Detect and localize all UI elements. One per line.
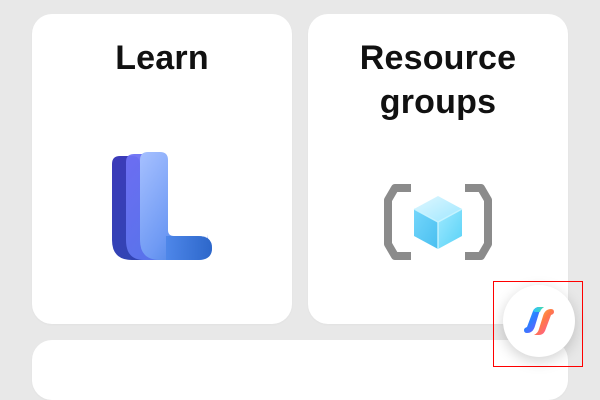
learn-icon (112, 152, 212, 260)
bottom-tile[interactable] (32, 340, 568, 400)
copilot-button[interactable] (503, 285, 575, 357)
learn-tile[interactable]: Learn (32, 14, 292, 324)
copilot-icon (524, 307, 554, 335)
resource-groups-tile-title: Resource groups (359, 39, 517, 121)
learn-tile-title: Learn (115, 39, 209, 77)
resource-groups-tile[interactable]: Resource groups (308, 14, 568, 324)
resource-groups-icon (384, 184, 492, 260)
